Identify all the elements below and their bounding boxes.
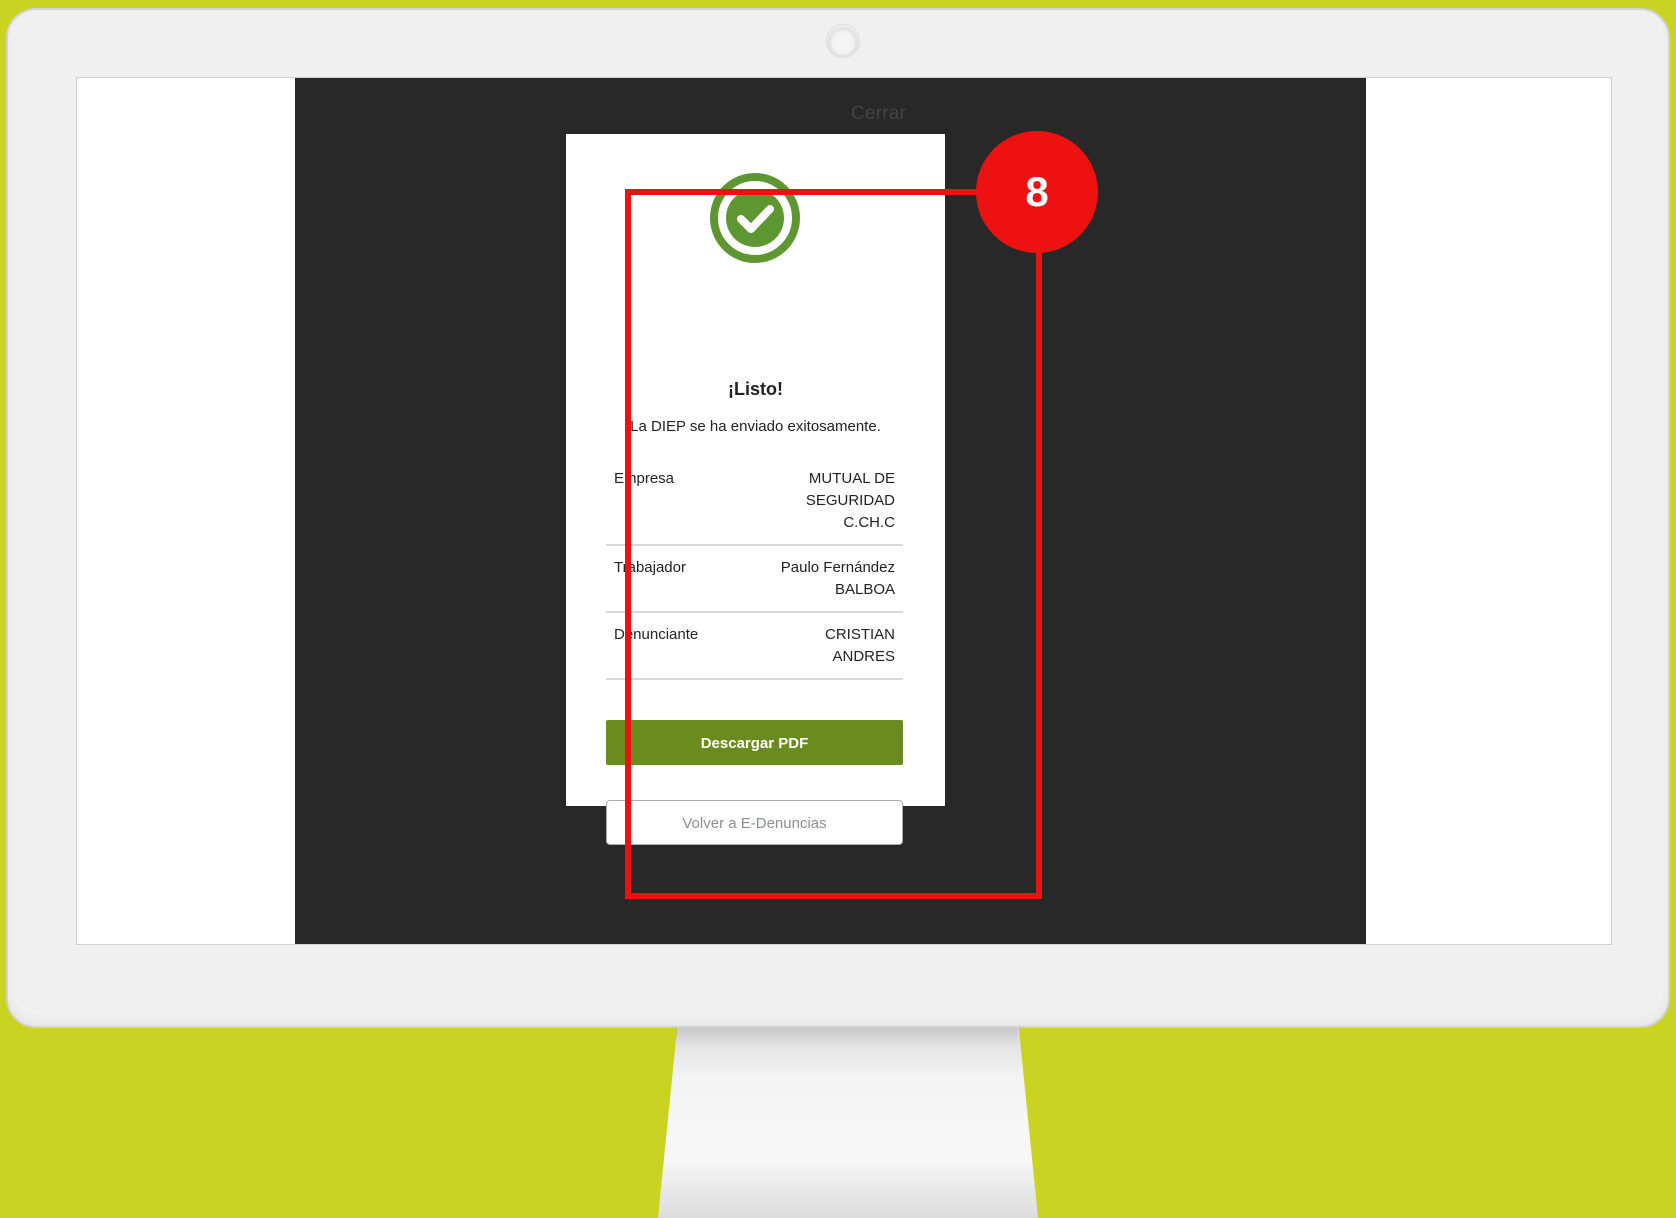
step-number-badge: 8	[976, 131, 1098, 253]
close-button[interactable]: Cerrar	[851, 103, 906, 125]
camera-icon	[826, 24, 860, 58]
tutorial-highlight-frame	[625, 189, 1042, 899]
tutorial-stage: Cerrar ¡Listo! La DIEP se ha enviado exi…	[0, 0, 1676, 1218]
monitor-stand	[658, 1020, 1038, 1218]
